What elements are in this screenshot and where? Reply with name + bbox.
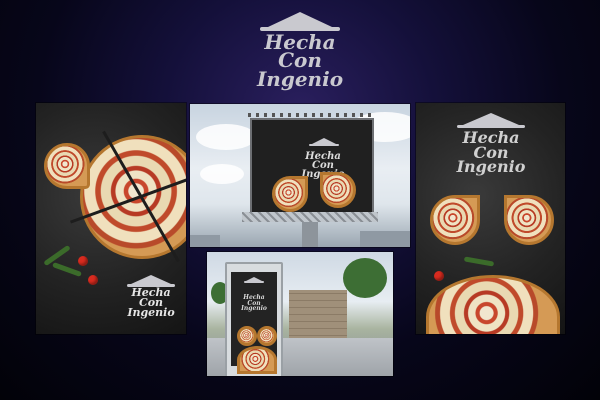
poster-left: Hecha Con Ingenio — [36, 103, 186, 334]
poster-right-tagline: Hecha Con Ingenio — [446, 130, 536, 177]
bus-shelter-ad: Hecha Con Ingenio — [231, 272, 277, 374]
poster-right-logo: Hecha Con Ingenio — [446, 113, 536, 175]
pizza-slice-right — [504, 195, 554, 245]
bus-shelter-tagline: Hecha Con Ingenio — [231, 295, 277, 312]
billboard-pole — [302, 222, 318, 247]
pizza-slice-image — [257, 326, 277, 346]
tree — [343, 258, 387, 298]
roof-logo-icon — [127, 275, 175, 287]
stone-wall — [289, 290, 347, 342]
pizza-image — [426, 275, 560, 334]
pizza-slice-image — [320, 172, 356, 208]
tagline-line-3: Ingenio — [127, 306, 175, 320]
tomato-decoration — [88, 275, 98, 285]
tagline-line-3: Ingenio — [456, 157, 526, 177]
pizza-image — [237, 346, 277, 374]
herb-decoration — [52, 262, 82, 277]
pizza-slice-image — [272, 176, 308, 212]
tomato-decoration — [78, 256, 88, 266]
poster-left-tagline: Hecha Con Ingenio — [121, 287, 181, 320]
hero-tagline: Hecha Con Ingenio — [222, 32, 378, 91]
tagline-line-3: Ingenio — [256, 66, 344, 91]
pizza-slice-left — [430, 195, 480, 245]
billboard-board: Hecha Con Ingenio — [250, 118, 374, 214]
tagline-line-3: Ingenio — [241, 305, 267, 313]
poster-right: Hecha Con Ingenio — [416, 103, 565, 334]
roof-logo-icon — [244, 277, 264, 283]
billboard-mockup: Hecha Con Ingenio — [190, 104, 410, 247]
cloud — [196, 124, 256, 150]
pizza-slice-image — [237, 326, 257, 346]
roof-logo-icon — [260, 12, 340, 31]
pizza-slice-image — [44, 143, 90, 189]
herb-decoration — [463, 256, 495, 267]
skyline — [190, 235, 220, 247]
bus-shelter-frame: Hecha Con Ingenio — [225, 262, 283, 376]
roof-logo-icon — [457, 113, 525, 128]
cloud — [200, 164, 244, 184]
hero-logo: Hecha Con Ingenio — [222, 12, 378, 92]
skyline — [360, 231, 410, 247]
bus-shelter-mockup: Hecha Con Ingenio — [207, 252, 393, 376]
roof-logo-icon — [309, 138, 339, 146]
poster-left-logo: Hecha Con Ingenio — [121, 275, 181, 318]
billboard-truss — [242, 212, 378, 222]
tomato-decoration — [434, 271, 444, 281]
billboard-lights — [248, 113, 374, 117]
